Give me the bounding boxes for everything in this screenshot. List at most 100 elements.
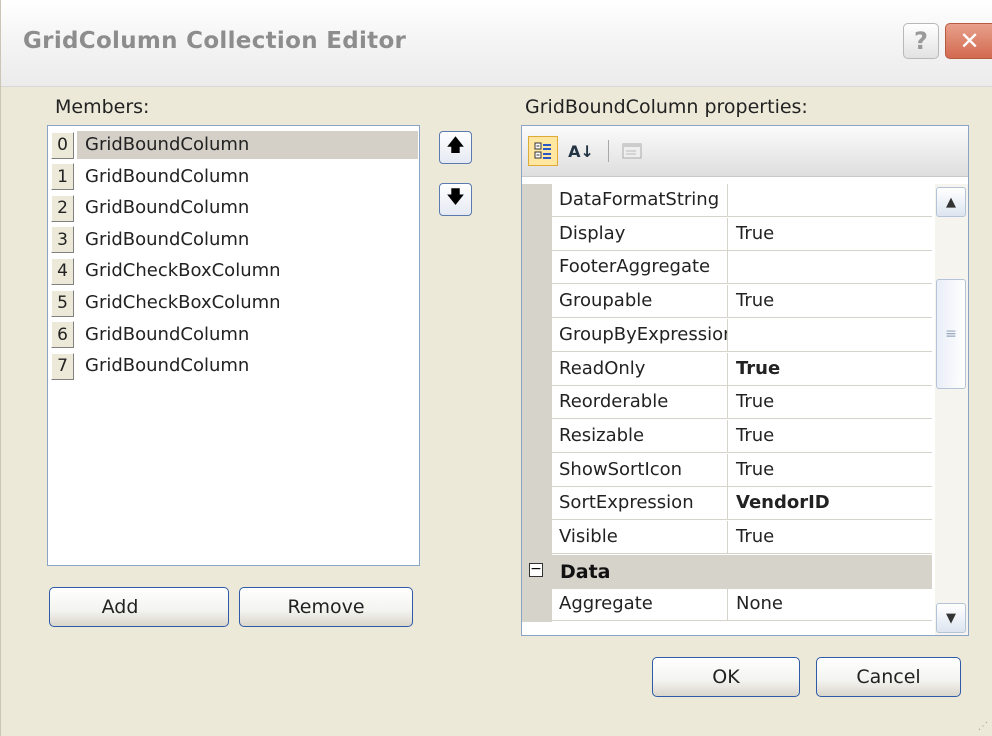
ok-button[interactable]: OK bbox=[652, 657, 800, 697]
row-gutter bbox=[522, 487, 552, 522]
member-index: 2 bbox=[51, 194, 74, 222]
arrow-up-icon: 🡅 bbox=[446, 134, 465, 156]
toolbar-separator bbox=[608, 140, 609, 162]
property-name: ShowSortIcon bbox=[552, 453, 728, 487]
member-name: GridCheckBoxColumn bbox=[85, 292, 281, 313]
property-name: DataFormatString bbox=[552, 184, 728, 217]
row-gutter bbox=[522, 251, 552, 286]
title-bar[interactable]: GridColumn Collection Editor ? ✕ bbox=[1, 0, 992, 87]
property-value[interactable]: True bbox=[728, 285, 932, 319]
member-index: 1 bbox=[51, 163, 74, 191]
property-row[interactable]: Aggregate None bbox=[522, 588, 932, 623]
properties-label: GridBoundColumn properties: bbox=[525, 96, 808, 118]
scroll-up-icon[interactable]: ▲ bbox=[936, 187, 966, 217]
property-row[interactable]: GroupByExpression bbox=[522, 318, 932, 353]
member-item[interactable]: 5 GridCheckBoxColumn bbox=[51, 288, 418, 318]
property-row[interactable]: Resizable True bbox=[522, 419, 932, 454]
category-row-data[interactable]: − Data bbox=[522, 554, 932, 589]
member-index: 5 bbox=[51, 289, 74, 317]
alphabetical-icon[interactable]: A↓ bbox=[566, 136, 596, 166]
resize-grip-icon[interactable]: ⋰ bbox=[978, 721, 988, 732]
cancel-button[interactable]: Cancel bbox=[816, 657, 961, 697]
row-gutter bbox=[522, 453, 552, 488]
member-item[interactable]: 3 GridBoundColumn bbox=[51, 225, 418, 255]
arrow-down-icon: 🡇 bbox=[446, 186, 465, 208]
category-label: Data bbox=[560, 560, 611, 583]
member-index: 0 bbox=[51, 131, 74, 159]
move-down-button[interactable]: 🡇 bbox=[439, 183, 472, 216]
property-value[interactable]: True bbox=[728, 386, 932, 420]
help-button[interactable]: ? bbox=[903, 23, 939, 59]
row-gutter bbox=[522, 588, 552, 623]
property-name: SortExpression bbox=[552, 487, 728, 521]
member-item[interactable]: 7 GridBoundColumn bbox=[51, 351, 418, 381]
property-name: GroupByExpression bbox=[552, 318, 728, 352]
help-icon: ? bbox=[914, 27, 928, 55]
member-item[interactable]: 4 GridCheckBoxColumn bbox=[51, 256, 418, 286]
property-row[interactable]: DataFormatString bbox=[522, 184, 932, 218]
remove-button[interactable]: Remove bbox=[239, 587, 413, 627]
property-name: Display bbox=[552, 217, 728, 251]
property-name: Resizable bbox=[552, 419, 728, 453]
row-gutter bbox=[522, 352, 552, 387]
property-row[interactable]: Groupable True bbox=[522, 285, 932, 320]
property-value[interactable]: VendorID bbox=[728, 487, 932, 521]
row-gutter bbox=[522, 184, 552, 218]
property-row[interactable]: Display True bbox=[522, 217, 932, 252]
property-value[interactable]: True bbox=[728, 218, 932, 251]
property-value[interactable] bbox=[728, 184, 932, 217]
members-list[interactable]: 0 GridBoundColumn 1 GridBoundColumn 2 GridBou… bbox=[47, 125, 420, 566]
property-row[interactable]: ReadOnly True bbox=[522, 352, 932, 387]
property-value[interactable] bbox=[728, 251, 932, 285]
property-value[interactable] bbox=[728, 319, 932, 352]
member-name: GridBoundColumn bbox=[85, 228, 250, 250]
categorized-icon[interactable] bbox=[528, 136, 558, 166]
member-name: GridBoundColumn bbox=[85, 355, 250, 377]
row-gutter bbox=[522, 419, 552, 454]
row-gutter bbox=[522, 386, 552, 421]
member-item[interactable]: 0 GridBoundColumn bbox=[51, 130, 418, 160]
property-value[interactable]: True bbox=[728, 454, 932, 487]
member-item[interactable]: 2 GridBoundColumn bbox=[51, 193, 418, 223]
member-item[interactable]: 6 GridBoundColumn bbox=[51, 320, 418, 350]
row-gutter bbox=[522, 521, 552, 555]
member-index: 4 bbox=[51, 257, 74, 285]
member-index: 7 bbox=[51, 352, 74, 380]
row-gutter bbox=[522, 318, 552, 353]
add-button[interactable]: Add ▼ bbox=[49, 587, 261, 627]
property-value[interactable]: True bbox=[728, 420, 932, 453]
member-name: GridCheckBoxColumn bbox=[85, 260, 281, 282]
property-pages-icon[interactable] bbox=[617, 136, 647, 166]
add-button-label: Add bbox=[101, 596, 139, 618]
property-name: Visible bbox=[552, 521, 728, 554]
move-up-button[interactable]: 🡅 bbox=[439, 131, 472, 164]
member-name: GridBoundColumn bbox=[77, 131, 418, 159]
property-name: Aggregate bbox=[552, 588, 728, 622]
property-row[interactable]: FooterAggregate bbox=[522, 251, 932, 286]
collapse-icon[interactable]: − bbox=[529, 562, 543, 577]
member-index: 3 bbox=[51, 226, 74, 254]
property-row[interactable]: Reorderable True bbox=[522, 386, 932, 421]
window-title: GridColumn Collection Editor bbox=[23, 28, 407, 54]
property-grid: A↓ DataFormatString Display True FooterAggr… bbox=[521, 125, 969, 636]
property-name: Groupable bbox=[552, 285, 728, 319]
members-label: Members: bbox=[55, 96, 150, 118]
property-scrollbar[interactable]: ▲ ≡ ▼ bbox=[935, 184, 968, 635]
property-value[interactable]: None bbox=[728, 588, 932, 622]
property-value[interactable]: True bbox=[728, 353, 932, 386]
member-name: GridBoundColumn bbox=[85, 323, 250, 345]
close-button[interactable]: ✕ bbox=[945, 23, 992, 59]
row-gutter bbox=[522, 217, 552, 252]
property-row[interactable]: SortExpression VendorID bbox=[522, 487, 932, 522]
scroll-thumb[interactable]: ≡ bbox=[936, 279, 966, 389]
scroll-down-icon[interactable]: ▼ bbox=[936, 603, 966, 633]
member-name: GridBoundColumn bbox=[85, 165, 250, 187]
property-value[interactable]: True bbox=[728, 521, 932, 554]
member-name: GridBoundColumn bbox=[85, 197, 250, 219]
member-item[interactable]: 1 GridBoundColumn bbox=[51, 162, 418, 192]
member-index: 6 bbox=[51, 321, 74, 349]
property-row[interactable]: ShowSortIcon True bbox=[522, 453, 932, 488]
close-icon: ✕ bbox=[959, 27, 980, 55]
property-row[interactable]: Visible True bbox=[522, 521, 932, 555]
collection-editor-dialog: GridColumn Collection Editor ? ✕ Members… bbox=[0, 0, 992, 736]
